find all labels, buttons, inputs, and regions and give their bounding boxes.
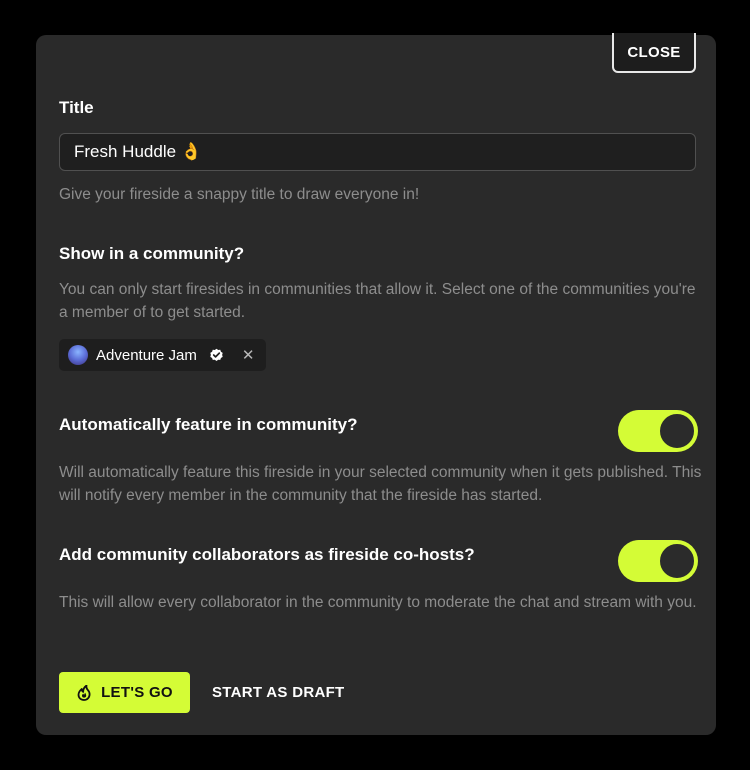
title-help-text: Give your fireside a snappy title to dra… xyxy=(59,186,420,203)
fireside-icon xyxy=(77,684,91,701)
title-heading: Title xyxy=(59,98,94,117)
feature-help-text: Will automatically feature this fireside… xyxy=(59,464,702,504)
cohost-heading: Add community collaborators as fireside … xyxy=(59,545,475,564)
cohost-help-text: This will allow every collaborator in th… xyxy=(59,594,697,611)
title-input[interactable]: Fresh Huddle 👌 xyxy=(59,133,696,171)
close-icon[interactable]: ✕ xyxy=(242,346,255,364)
feature-toggle[interactable] xyxy=(618,410,698,452)
lets-go-label: LET'S GO xyxy=(101,684,173,701)
cohost-toggle[interactable] xyxy=(618,540,698,582)
community-chip: Adventure Jam ✕ xyxy=(59,339,267,371)
verified-icon xyxy=(210,348,223,361)
toggle-knob xyxy=(658,542,696,580)
create-fireside-modal: CLOSE Title Fresh Huddle 👌 Give your fir… xyxy=(36,33,716,735)
toggle-knob xyxy=(658,412,696,450)
community-help-text: You can only start firesides in communit… xyxy=(59,281,696,321)
start-as-draft-button[interactable]: START AS DRAFT xyxy=(212,672,345,713)
community-name: Adventure Jam xyxy=(96,346,197,364)
close-button[interactable]: CLOSE xyxy=(612,33,696,73)
feature-heading: Automatically feature in community? xyxy=(59,415,358,434)
community-avatar-icon xyxy=(68,345,88,365)
lets-go-button[interactable]: LET'S GO xyxy=(59,672,190,713)
community-heading: Show in a community? xyxy=(59,244,245,263)
